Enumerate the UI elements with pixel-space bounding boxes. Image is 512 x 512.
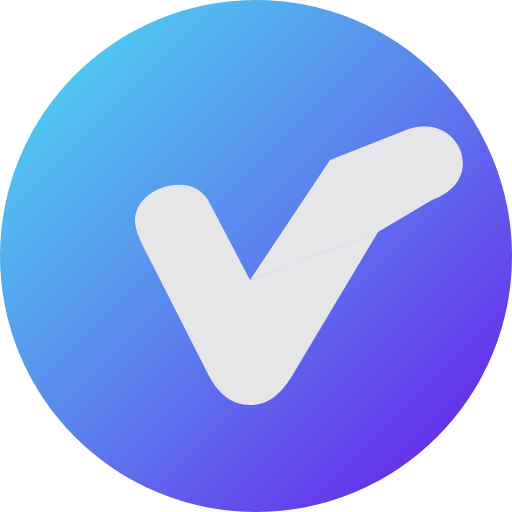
app-logo-canvas (0, 0, 512, 512)
app-logo (0, 0, 512, 512)
logo-circle-background (0, 0, 512, 512)
